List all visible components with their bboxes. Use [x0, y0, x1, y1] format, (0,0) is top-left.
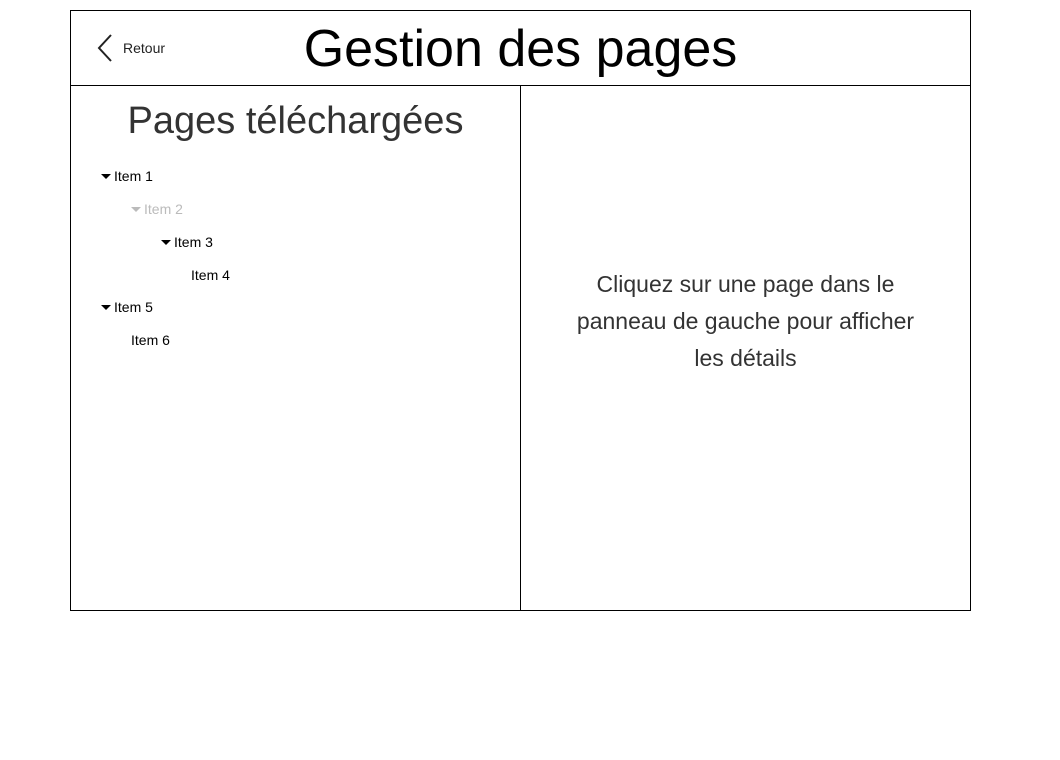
tree-item-1[interactable]: Item 1 — [101, 166, 153, 186]
panel-title: Pages téléchargées — [127, 100, 464, 142]
caret-down-icon[interactable] — [131, 206, 141, 212]
caret-down-icon[interactable] — [161, 239, 171, 245]
tree-item-2[interactable]: Item 2 — [131, 199, 183, 219]
tree-item-label: Item 5 — [114, 299, 153, 315]
page-frame: Retour Gestion des pages Pages télécharg… — [70, 10, 971, 611]
header: Retour Gestion des pages — [71, 11, 970, 86]
tree-item-6[interactable]: Item 6 — [131, 330, 170, 350]
tree-item-label: Item 6 — [131, 332, 170, 348]
tree-item-label: Item 2 — [144, 201, 183, 217]
tree-item-label: Item 3 — [174, 234, 213, 250]
tree-item-label: Item 1 — [114, 168, 153, 184]
tree-item-4[interactable]: Item 4 — [191, 265, 230, 285]
uploaded-pages-panel: Pages téléchargées Item 1 Item 2 Item 3 … — [71, 86, 521, 610]
caret-down-icon[interactable] — [101, 304, 111, 310]
tree-item-label: Item 4 — [191, 267, 230, 283]
tree-item-5[interactable]: Item 5 — [101, 297, 153, 317]
details-panel: Cliquez sur une page dans le panneau de … — [521, 86, 970, 610]
page-title: Gestion des pages — [303, 20, 738, 78]
caret-down-icon[interactable] — [101, 173, 111, 179]
details-placeholder: Cliquez sur une page dans le panneau de … — [576, 271, 915, 371]
tree-item-3[interactable]: Item 3 — [161, 232, 213, 252]
